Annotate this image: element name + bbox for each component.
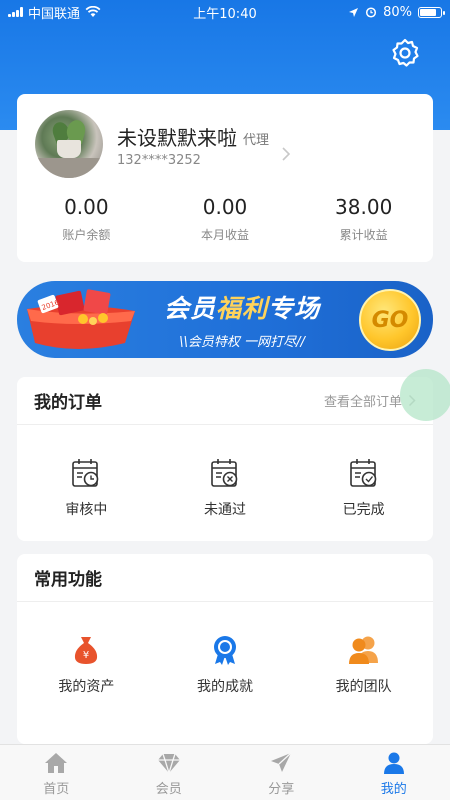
tools-card: 常用功能 ¥ 我的资产 我的成就 我的团队 [17,554,433,744]
banner-subtitle-2: 一网打尽// [244,335,305,350]
banner-title-highlight: 福利 [215,294,268,323]
wifi-icon [85,6,101,17]
member-banner[interactable]: 2016 会员福利专场 \\会员特权 一网打尽// GO [17,281,433,358]
stat-balance[interactable]: 0.00 账户余额 [17,194,156,243]
my-team-item[interactable]: 我的团队 [294,634,433,696]
orders-header: 我的订单 查看全部订单 [17,377,433,425]
stat-label: 本月收益 [201,228,250,242]
my-achievements-label: 我的成就 [197,679,253,695]
stat-value: 38.00 [335,195,393,219]
tab-share-label: 分享 [268,782,295,797]
chevron-right-icon[interactable] [281,146,291,162]
battery-percent: 80% [383,4,412,20]
view-all-label: 查看全部订单 [323,395,402,410]
stats-row: 0.00 账户余额 0.00 本月收益 38.00 累计收益 [17,194,433,243]
order-rejected-label: 未通过 [204,502,246,518]
my-assets-label: 我的资产 [58,679,115,695]
banner-title-part1: 会员 [163,294,216,323]
battery-icon [418,6,445,18]
profile-card: 未设默默来啦 代理 132****3252 0.00 账户余额 0.00 本月收… [17,94,433,262]
go-button[interactable]: GO [359,289,421,351]
tools-icon-row: ¥ 我的资产 我的成就 我的团队 [17,602,433,696]
my-team-label: 我的团队 [335,679,392,695]
orders-title: 我的订单 [34,393,102,413]
alarm-icon [366,7,377,18]
orders-icon-row: 审核中 未通过 已完成 [17,425,433,519]
orders-card: 我的订单 查看全部订单 审核中 未通过 已完成 [17,377,433,541]
location-arrow-icon [349,7,359,17]
order-rejected-item[interactable]: 未通过 [156,457,295,519]
calendar-check-icon [349,459,376,487]
order-pending-label: 审核中 [65,502,108,518]
order-completed-label: 已完成 [342,502,385,518]
gift-box-icon: 2016 [27,289,135,349]
banner-subtitle: \\会员特权 一网打尽// [142,331,342,350]
tab-member[interactable]: 会员 [113,745,226,800]
user-icon [383,752,404,774]
medal-icon [214,636,236,665]
calendar-x-icon [211,459,238,487]
tools-title: 常用功能 [34,570,102,590]
team-icon [348,636,378,664]
user-phone: 132****3252 [117,153,201,168]
banner-title-part2: 专场 [268,294,321,323]
user-name: 未设默默来啦 [117,126,237,150]
tab-mine-label: 我的 [380,782,407,797]
settings-button[interactable] [388,36,422,70]
my-achievements-item[interactable]: 我的成就 [156,634,295,696]
tab-mine[interactable]: 我的 [338,745,450,800]
banner-subtitle-1: \\会员特权 [179,335,240,350]
user-role: 代理 [243,133,270,148]
signal-icon [8,7,23,17]
calendar-clock-icon [72,459,99,487]
tab-share[interactable]: 分享 [225,745,338,800]
carrier-label: 中国联通 [28,6,81,22]
stat-value: 0.00 [64,195,109,219]
status-bar: 中国联通 上午10:40 80% [0,0,450,24]
svg-text:¥: ¥ [83,650,89,661]
banner-title: 会员福利专场 [137,289,347,325]
stat-month-income[interactable]: 0.00 本月收益 [156,194,295,243]
stat-total-income[interactable]: 38.00 累计收益 [294,194,433,243]
avatar[interactable] [35,110,103,178]
order-pending-item[interactable]: 审核中 [17,457,156,519]
send-icon [271,752,292,772]
home-icon [45,753,68,773]
money-bag-icon: ¥ [75,637,98,664]
bottom-tab-bar: 首页 会员 分享 我的 [0,744,450,800]
tab-home-label: 首页 [43,782,70,797]
order-completed-item[interactable]: 已完成 [294,457,433,519]
gear-icon [392,38,419,67]
touch-indicator [400,369,450,421]
my-assets-item[interactable]: ¥ 我的资产 [17,634,156,696]
tools-header: 常用功能 [17,554,433,602]
stat-label: 累计收益 [339,228,388,242]
stat-label: 账户余额 [62,228,111,242]
diamond-icon [157,753,180,775]
tab-member-label: 会员 [155,782,182,797]
tab-home[interactable]: 首页 [0,745,113,800]
stat-value: 0.00 [202,195,248,219]
